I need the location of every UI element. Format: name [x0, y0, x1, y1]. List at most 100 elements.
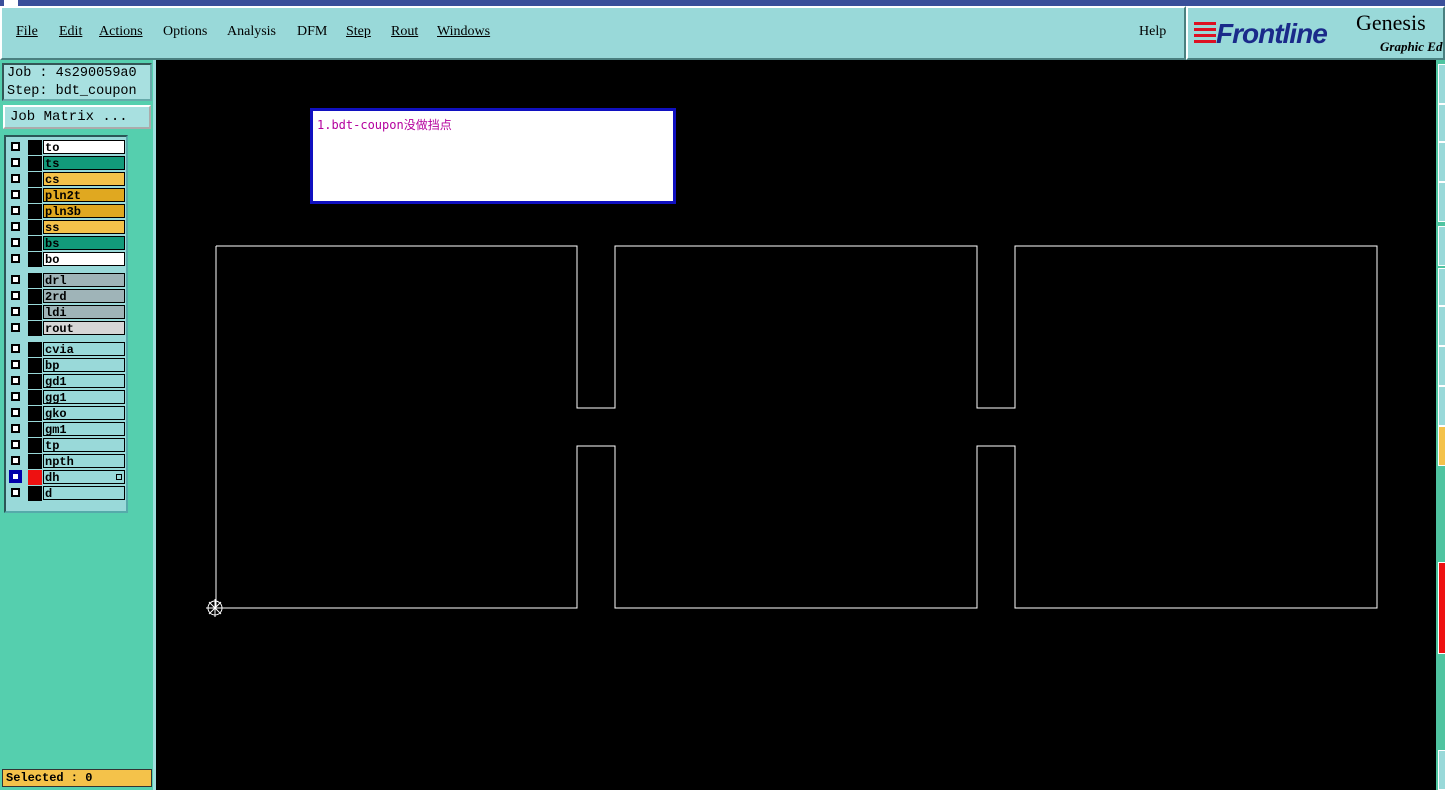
layer-name[interactable]: npth	[43, 454, 125, 469]
layer-checkbox[interactable]	[11, 440, 20, 449]
layer-row-bo[interactable]: bo	[8, 252, 126, 267]
menu-help[interactable]: Help	[1139, 24, 1166, 40]
layer-affected-slot[interactable]	[28, 273, 42, 288]
layer-row-bs[interactable]: bs	[8, 236, 126, 251]
layer-affected-slot[interactable]	[28, 390, 42, 405]
menu-windows[interactable]: Windows	[437, 24, 490, 40]
menu-analysis[interactable]: Analysis	[227, 24, 276, 40]
menu-options[interactable]: Options	[163, 24, 207, 40]
layer-checkbox[interactable]	[11, 376, 20, 385]
layer-row-pln3b[interactable]: pln3b	[8, 204, 126, 219]
layer-name[interactable]: drl	[43, 273, 125, 288]
layer-row-cs[interactable]: cs	[8, 172, 126, 187]
layer-menu-icon[interactable]	[116, 474, 122, 480]
menu-edit[interactable]: Edit	[59, 24, 82, 40]
layer-checkbox[interactable]	[11, 424, 20, 433]
right-tool-button-7[interactable]	[1438, 306, 1445, 346]
layer-affected-slot[interactable]	[28, 289, 42, 304]
layer-checkbox[interactable]	[11, 344, 20, 353]
layer-affected-slot[interactable]	[28, 406, 42, 421]
layer-name[interactable]: 2rd	[43, 289, 125, 304]
layer-name[interactable]: bo	[43, 252, 125, 267]
layer-affected-slot[interactable]	[28, 470, 42, 485]
layer-checkbox[interactable]	[11, 174, 20, 183]
layer-affected-slot[interactable]	[28, 188, 42, 203]
layer-name[interactable]: gg1	[43, 390, 125, 405]
layer-checkbox[interactable]	[11, 254, 20, 263]
layer-checkbox[interactable]	[11, 323, 20, 332]
layer-affected-slot[interactable]	[28, 236, 42, 251]
menu-actions[interactable]: Actions	[99, 24, 143, 40]
layer-affected-slot[interactable]	[28, 374, 42, 389]
layer-affected-slot[interactable]	[28, 321, 42, 336]
layer-name[interactable]: gd1	[43, 374, 125, 389]
layer-row-cvia[interactable]: cvia	[8, 342, 126, 357]
menu-file[interactable]: File	[16, 24, 38, 40]
right-tool-button-2[interactable]	[1438, 104, 1445, 142]
layer-affected-slot[interactable]	[28, 172, 42, 187]
layer-affected-slot[interactable]	[28, 140, 42, 155]
layer-name[interactable]: dh	[43, 470, 125, 485]
layer-affected-slot[interactable]	[28, 305, 42, 320]
job-matrix-button[interactable]: Job Matrix ...	[3, 105, 151, 129]
layer-affected-slot[interactable]	[28, 252, 42, 267]
layer-affected-slot[interactable]	[28, 156, 42, 171]
layer-name[interactable]: bs	[43, 236, 125, 251]
layer-checkbox[interactable]	[11, 307, 20, 316]
menu-step[interactable]: Step	[346, 24, 371, 40]
layer-checkbox[interactable]	[11, 392, 20, 401]
layer-checkbox[interactable]	[11, 291, 20, 300]
layer-name[interactable]: bp	[43, 358, 125, 373]
layer-row-ts[interactable]: ts	[8, 156, 126, 171]
layer-checkbox[interactable]	[11, 238, 20, 247]
layer-row-ldi[interactable]: ldi	[8, 305, 126, 320]
layer-checkbox[interactable]	[11, 222, 20, 231]
layer-row-pln2t[interactable]: pln2t	[8, 188, 126, 203]
layer-row-gko[interactable]: gko	[8, 406, 126, 421]
layer-row-npth[interactable]: npth	[8, 454, 126, 469]
right-tool-button-10[interactable]	[1438, 426, 1445, 466]
layer-name[interactable]: pln2t	[43, 188, 125, 203]
layer-row-gg1[interactable]: gg1	[8, 390, 126, 405]
layer-row-d[interactable]: d	[8, 486, 126, 501]
layer-name[interactable]: gm1	[43, 422, 125, 437]
layer-row-ss[interactable]: ss	[8, 220, 126, 235]
layer-row-gm1[interactable]: gm1	[8, 422, 126, 437]
layer-checkbox[interactable]	[11, 456, 20, 465]
right-tool-button-1[interactable]	[1438, 64, 1445, 104]
layer-checkbox[interactable]	[11, 408, 20, 417]
layer-name[interactable]: cvia	[43, 342, 125, 357]
right-tool-button-3[interactable]	[1438, 142, 1445, 182]
layer-row-to[interactable]: to	[8, 140, 126, 155]
layer-name[interactable]: gko	[43, 406, 125, 421]
layer-name[interactable]: d	[43, 486, 125, 501]
layer-affected-slot[interactable]	[28, 220, 42, 235]
layer-affected-slot[interactable]	[28, 422, 42, 437]
layer-affected-slot[interactable]	[28, 342, 42, 357]
right-tool-button-5[interactable]	[1438, 226, 1445, 266]
layer-row-drl[interactable]: drl	[8, 273, 126, 288]
layer-checkbox[interactable]	[11, 142, 20, 151]
right-tool-button-9[interactable]	[1438, 386, 1445, 426]
layer-name[interactable]: cs	[43, 172, 125, 187]
layer-checkbox[interactable]	[11, 158, 20, 167]
layer-checkbox[interactable]	[11, 472, 20, 481]
right-tool-button-6[interactable]	[1438, 268, 1445, 306]
layer-name[interactable]: rout	[43, 321, 125, 336]
layer-row-2rd[interactable]: 2rd	[8, 289, 126, 304]
layer-affected-slot[interactable]	[28, 204, 42, 219]
layer-name[interactable]: ts	[43, 156, 125, 171]
layer-row-bp[interactable]: bp	[8, 358, 126, 373]
layer-name[interactable]: tp	[43, 438, 125, 453]
layer-name[interactable]: ss	[43, 220, 125, 235]
layer-affected-slot[interactable]	[28, 438, 42, 453]
layer-affected-slot[interactable]	[28, 454, 42, 469]
annotation-note[interactable]: 1.bdt-coupon没做挡点	[310, 108, 676, 204]
layer-name[interactable]: to	[43, 140, 125, 155]
layer-row-gd1[interactable]: gd1	[8, 374, 126, 389]
menu-dfm[interactable]: DFM	[297, 24, 327, 40]
layer-row-rout[interactable]: rout	[8, 321, 126, 336]
layer-checkbox[interactable]	[11, 206, 20, 215]
layer-checkbox[interactable]	[11, 190, 20, 199]
layer-affected-slot[interactable]	[28, 486, 42, 501]
